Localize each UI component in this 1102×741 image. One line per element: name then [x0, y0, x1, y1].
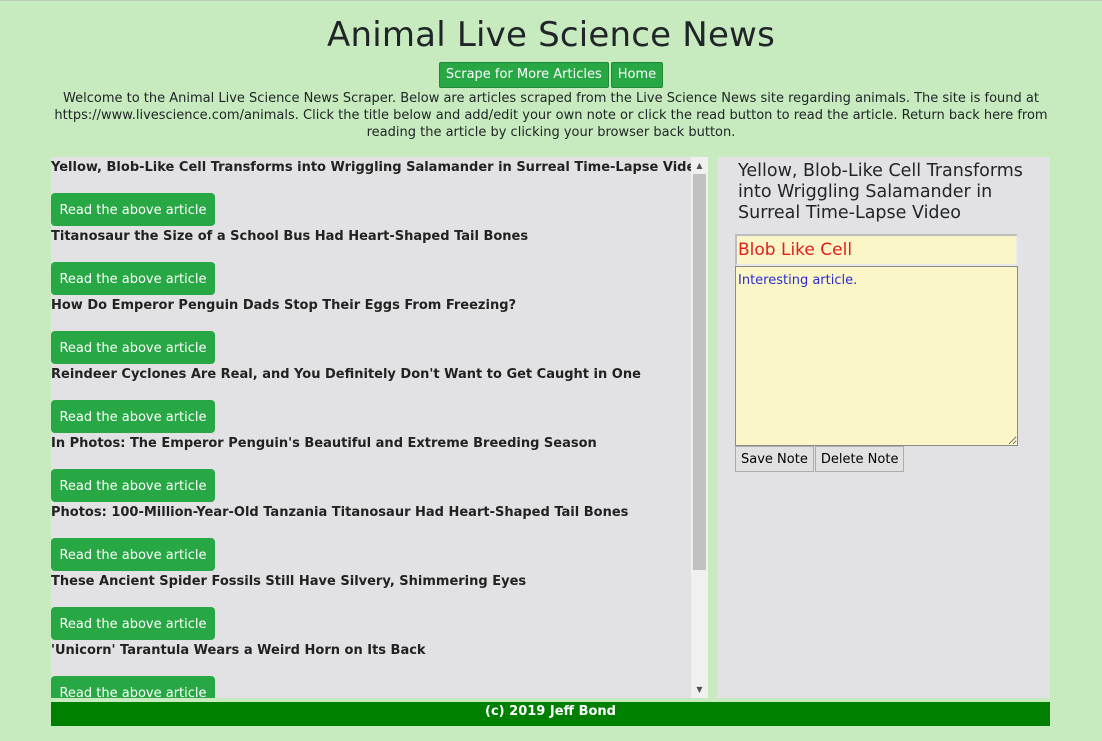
- articles-scrollbar[interactable]: ▲ ▼: [691, 157, 708, 698]
- article-item: How Do Emperor Penguin Dads Stop Their E…: [51, 295, 691, 364]
- article-item: 'Unicorn' Tarantula Wears a Weird Horn o…: [51, 640, 691, 698]
- note-article-heading: Yellow, Blob-Like Cell Transforms into W…: [738, 161, 1023, 223]
- note-title-input[interactable]: [735, 234, 1018, 266]
- scrollbar-thumb[interactable]: [693, 174, 706, 570]
- articles-panel: Yellow, Blob-Like Cell Transforms into W…: [51, 157, 708, 698]
- article-item: Photos: 100-Million-Year-Old Tanzania Ti…: [51, 502, 691, 571]
- read-article-button[interactable]: Read the above article: [51, 193, 215, 226]
- article-title[interactable]: In Photos: The Emperor Penguin's Beautif…: [51, 436, 597, 451]
- article-item: In Photos: The Emperor Penguin's Beautif…: [51, 433, 691, 502]
- top-button-bar: Scrape for More Articles Home: [0, 62, 1102, 88]
- note-button-bar: Save Note Delete Note: [735, 446, 905, 472]
- scroll-up-arrow-icon[interactable]: ▲: [691, 157, 708, 174]
- article-title[interactable]: These Ancient Spider Fossils Still Have …: [51, 574, 526, 589]
- read-article-button[interactable]: Read the above article: [51, 607, 215, 640]
- article-title[interactable]: Reindeer Cyclones Are Real, and You Defi…: [51, 367, 641, 382]
- scroll-down-arrow-icon[interactable]: ▼: [691, 681, 708, 698]
- delete-note-button[interactable]: Delete Note: [814, 446, 905, 472]
- article-title[interactable]: Photos: 100-Million-Year-Old Tanzania Ti…: [51, 505, 628, 520]
- read-article-button[interactable]: Read the above article: [51, 538, 215, 571]
- note-panel: Yellow, Blob-Like Cell Transforms into W…: [717, 157, 1050, 698]
- article-title[interactable]: How Do Emperor Penguin Dads Stop Their E…: [51, 298, 516, 313]
- article-item: These Ancient Spider Fossils Still Have …: [51, 571, 691, 640]
- scrape-button[interactable]: Scrape for More Articles: [438, 62, 609, 88]
- article-item: Reindeer Cyclones Are Real, and You Defi…: [51, 364, 691, 433]
- intro-text: Welcome to the Animal Live Science News …: [54, 91, 1048, 140]
- save-note-button[interactable]: Save Note: [735, 446, 814, 472]
- read-article-button[interactable]: Read the above article: [51, 676, 215, 698]
- article-title[interactable]: 'Unicorn' Tarantula Wears a Weird Horn o…: [51, 643, 426, 658]
- home-button[interactable]: Home: [610, 62, 664, 88]
- note-body-textarea[interactable]: Interesting article.: [735, 266, 1018, 446]
- articles-list[interactable]: Yellow, Blob-Like Cell Transforms into W…: [51, 157, 691, 698]
- footer: (c) 2019 Jeff Bond: [51, 702, 1050, 726]
- article-item: Titanosaur the Size of a School Bus Had …: [51, 226, 691, 295]
- article-item: Yellow, Blob-Like Cell Transforms into W…: [51, 157, 691, 226]
- page-title: Animal Live Science News: [327, 15, 775, 55]
- read-article-button[interactable]: Read the above article: [51, 469, 215, 502]
- article-title[interactable]: Yellow, Blob-Like Cell Transforms into W…: [51, 160, 691, 175]
- read-article-button[interactable]: Read the above article: [51, 331, 215, 364]
- read-article-button[interactable]: Read the above article: [51, 262, 215, 295]
- article-title[interactable]: Titanosaur the Size of a School Bus Had …: [51, 229, 528, 244]
- read-article-button[interactable]: Read the above article: [51, 400, 215, 433]
